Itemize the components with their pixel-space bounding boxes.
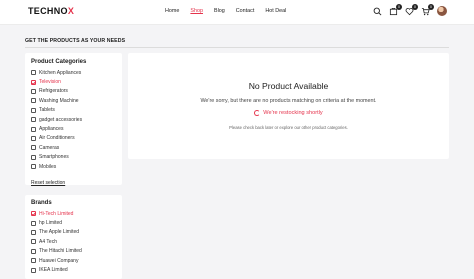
top-navbar: TECHNOX Home Shop Blog Contact Hot Deal … [0, 0, 474, 25]
category-label: Appliances [39, 126, 64, 133]
loading-spinner-icon [254, 110, 261, 116]
category-label: Refrigerators [39, 88, 68, 95]
brand-label: The Hitachi Limited [39, 248, 82, 255]
brand-list: Hi-Tech Limited hp Limited The Apple Limit… [31, 209, 116, 275]
category-checkbox[interactable] [31, 88, 36, 94]
compare-icon[interactable]: 0 [389, 3, 402, 16]
category-label: Air Conditioners [39, 135, 75, 142]
logo[interactable]: TECHNOX [28, 6, 74, 16]
page-section-title: GET THE PRODUCTS AS YOUR NEEDS [25, 38, 126, 44]
category-item[interactable]: Cameras [31, 143, 116, 152]
nav-shop[interactable]: Shop [190, 8, 203, 14]
category-checkbox[interactable] [31, 135, 36, 141]
category-checkbox[interactable] [31, 117, 36, 123]
brand-checkbox[interactable] [31, 239, 36, 245]
brand-checkbox[interactable] [31, 220, 36, 226]
category-item[interactable]: Smartphones [31, 153, 116, 162]
main-nav: Home Shop Blog Contact Hot Deal [165, 8, 286, 14]
nav-hot-deal[interactable]: Hot Deal [265, 8, 286, 14]
category-item[interactable]: Tablets [31, 106, 116, 115]
cart-count: 0 [428, 3, 434, 10]
restock-text: We're restocking shortly [263, 110, 323, 116]
category-checkbox[interactable] [31, 164, 36, 170]
brand-item[interactable]: Hi-Tech Limited [31, 209, 116, 218]
category-label: Kitchen Appliances [39, 69, 82, 76]
brand-label: Huawei Company [39, 257, 79, 264]
brand-checkbox[interactable] [31, 258, 36, 264]
avatar[interactable] [437, 6, 447, 16]
category-heading: Product Categories [31, 59, 87, 65]
heart-icon[interactable]: 0 [405, 3, 418, 16]
brand-label: hp Limited [39, 220, 63, 227]
category-filter-panel: Product Categories Kitchen Appliances Tel… [25, 53, 122, 186]
category-label: Smartphones [39, 154, 69, 161]
category-checkbox[interactable] [31, 79, 36, 85]
category-item[interactable]: Kitchen Appliances [31, 68, 116, 77]
search-icon[interactable] [373, 7, 382, 16]
category-item[interactable]: Refrigerators [31, 87, 116, 96]
category-checkbox[interactable] [31, 107, 36, 113]
brand-item[interactable]: hp Limited [31, 218, 116, 227]
nav-contact[interactable]: Contact [236, 8, 255, 14]
brand-item[interactable]: Huawei Company [31, 256, 116, 265]
empty-state-subtext: Please check back later or explore our o… [229, 125, 348, 130]
section-divider [25, 47, 449, 48]
category-checkbox[interactable] [31, 98, 36, 104]
brand-checkbox[interactable] [31, 229, 36, 235]
category-item[interactable]: gadget accessories [31, 115, 116, 124]
brand-label: Hi-Tech Limited [39, 210, 74, 217]
brand-item[interactable]: The Apple Limited [31, 228, 116, 237]
brand-filter-panel: Brands Hi-Tech Limited hp Limited The Appl… [25, 195, 122, 279]
category-item[interactable]: Television [31, 77, 116, 86]
category-label: Television [39, 79, 61, 86]
category-item[interactable]: Appliances [31, 124, 116, 133]
category-checkbox[interactable] [31, 154, 36, 160]
brand-checkbox[interactable] [31, 267, 36, 273]
category-item[interactable]: Air Conditioners [31, 134, 116, 143]
category-item[interactable]: Washing Machine [31, 96, 116, 105]
brand-label: The Apple Limited [39, 229, 80, 236]
cart-icon[interactable]: 0 [421, 3, 434, 16]
nav-home[interactable]: Home [165, 8, 179, 14]
brand-label: A4 Tech [39, 238, 57, 245]
category-checkbox[interactable] [31, 145, 36, 151]
brand-item[interactable]: The Hitachi Limited [31, 247, 116, 256]
category-checkbox[interactable] [31, 70, 36, 76]
category-label: Mobiles [39, 163, 57, 170]
compare-count: 0 [396, 3, 402, 10]
brand-label: IKEA Limited [39, 267, 68, 274]
category-label: Washing Machine [39, 97, 79, 104]
nav-blog[interactable]: Blog [214, 8, 225, 14]
category-item[interactable]: Mobiles [31, 162, 116, 171]
category-label: gadget accessories [39, 116, 83, 123]
category-label: Cameras [39, 144, 60, 151]
brand-item[interactable]: IKEA Limited [31, 265, 116, 274]
reset-selection-link[interactable]: Reset selection [31, 180, 65, 186]
header-actions: 0 0 0 [373, 3, 447, 16]
category-label: Tablets [39, 107, 55, 114]
category-list: Kitchen Appliances Television Refrigerator… [31, 68, 116, 171]
brand-heading: Brands [31, 200, 52, 206]
brand-item[interactable]: A4 Tech [31, 237, 116, 246]
product-results-panel: No Product Available We're sorry, but th… [128, 53, 449, 159]
brand-checkbox[interactable] [31, 211, 36, 217]
empty-state-title: No Product Available [248, 81, 329, 91]
wishlist-count: 0 [412, 3, 418, 10]
empty-state-message: We're sorry, but there are no products m… [200, 98, 377, 104]
category-checkbox[interactable] [31, 126, 36, 132]
brand-checkbox[interactable] [31, 248, 36, 254]
restock-notice: We're restocking shortly [128, 110, 449, 116]
